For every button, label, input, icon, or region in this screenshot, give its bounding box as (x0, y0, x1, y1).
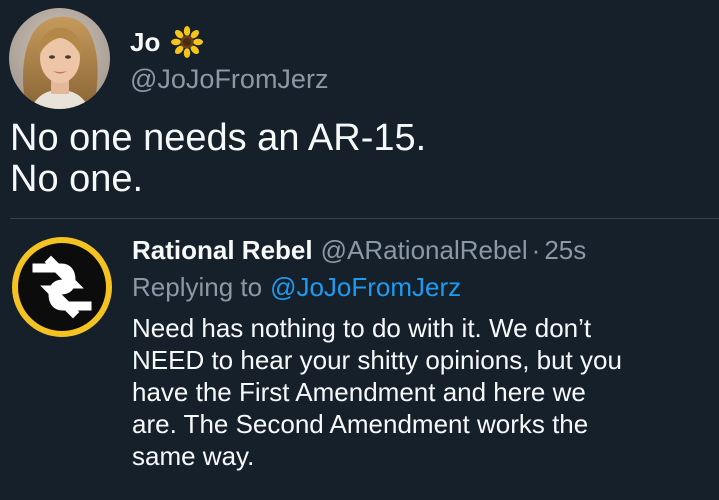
rr-avatar[interactable] (11, 236, 113, 338)
reply-text-line: same way. (132, 441, 255, 471)
reply-text-line: have the First Amendment and here we (132, 377, 586, 407)
rr-display-name[interactable]: Rational Rebel (132, 235, 313, 266)
replying-to: Replying to @JoJoFromJerz (132, 269, 461, 305)
jo-name-row: Jo (130, 22, 204, 62)
profile-photo-icon (9, 8, 110, 109)
tweet-screen: Jo @JoJoFromJerz No one needs an AR-15. (0, 0, 719, 500)
reply-text-line: are. The Second Amendment works the (132, 409, 589, 439)
reply-timestamp[interactable]: 25s (544, 235, 586, 266)
reply-text: Need has nothing to do with it. We don’t… (132, 312, 716, 472)
reply-text-line: NEED to hear your shitty opinions, but y… (132, 345, 622, 375)
replying-to-label: Replying to (132, 271, 263, 302)
tweet-text: No one needs an AR-15. No one. (10, 118, 710, 200)
separator-dot: · (531, 234, 541, 265)
jo-handle[interactable]: @JoJoFromJerz (130, 64, 328, 95)
rr-logo-icon (12, 237, 112, 337)
jo-display-name[interactable]: Jo (130, 27, 160, 58)
reply-header: Rational Rebel @ARationalRebel · 25s (132, 232, 586, 268)
jo-avatar[interactable] (9, 8, 110, 109)
sunflower-icon (170, 25, 204, 59)
rr-handle[interactable]: @ARationalRebel (321, 235, 528, 266)
tweet-text-line: No one needs an AR-15. (10, 117, 427, 159)
tweet-text-line: No one. (10, 158, 144, 200)
replying-to-handle-link[interactable]: @JoJoFromJerz (270, 272, 461, 303)
divider (10, 218, 719, 219)
reply-text-line: Need has nothing to do with it. We don’t (132, 313, 592, 343)
